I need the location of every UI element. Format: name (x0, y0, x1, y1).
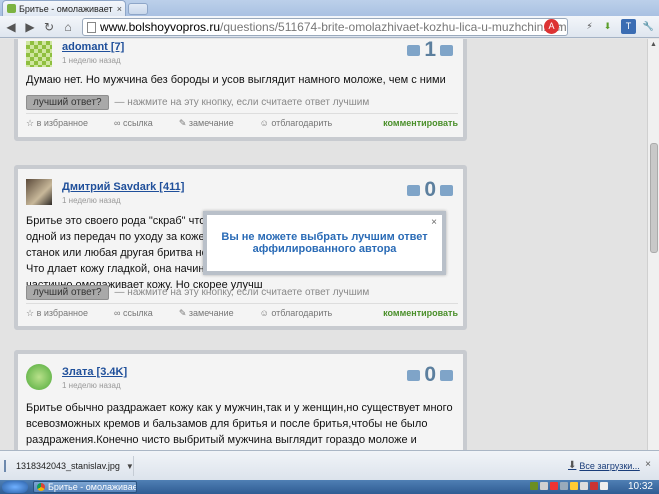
reload-icon[interactable]: ↻ (41, 19, 57, 35)
adblock-icon[interactable]: A (544, 19, 559, 34)
download-shelf: 1318342043_stanislav.jpg ▼ ⬇ Все загрузк… (0, 450, 659, 480)
tray-icon[interactable] (560, 482, 568, 490)
page-icon (87, 21, 96, 33)
home-icon[interactable]: ⌂ (60, 19, 76, 35)
permalink-link[interactable]: ∞ ссылка (114, 118, 166, 129)
vote-up-icon[interactable] (440, 44, 453, 56)
clock[interactable]: 10:32 (628, 481, 653, 492)
comment-link[interactable]: комментировать (383, 308, 458, 319)
url-path: /questions/511674-brite-omolazhivaet-koz… (220, 20, 567, 34)
tray-icon[interactable] (590, 482, 598, 490)
forward-icon[interactable]: ▶ (22, 19, 38, 35)
answer-time: 1 неделю назад (62, 56, 121, 65)
author-link[interactable]: Злата [3.4K] (62, 366, 127, 378)
volume-icon[interactable] (600, 482, 608, 490)
download-arrow-icon: ⬇ (568, 460, 577, 471)
tab-strip: Бритье - омолаживает кож × (0, 0, 659, 16)
answer-card: Злата [3.4K] 1 неделю назад 0 Бритье обы… (14, 350, 467, 450)
page-viewport: adomant [7] 1 неделю назад 1 Думаю нет. … (0, 39, 647, 450)
image-file-icon (4, 460, 6, 472)
tray-icon[interactable] (570, 482, 578, 490)
download-filename: 1318342043_stanislav.jpg (16, 461, 120, 471)
best-answer-row: лучший ответ? — нажмите на эту кнопку, е… (26, 285, 369, 300)
tray-icon[interactable] (550, 482, 558, 490)
avatar[interactable] (26, 364, 52, 390)
divider (26, 303, 458, 304)
answer-time: 1 неделю назад (62, 196, 121, 205)
download-arrow-icon[interactable]: ⬇ (600, 19, 615, 34)
tray-icon[interactable] (530, 482, 538, 490)
avatar[interactable] (26, 41, 52, 67)
favorite-link[interactable]: ☆ в избранное (26, 118, 101, 129)
browser-toolbar: ◀ ▶ ↻ ⌂ www.bolshoyvopros.ru /questions/… (0, 16, 659, 38)
vote-count: 0 (424, 363, 436, 386)
close-icon[interactable]: × (431, 217, 437, 228)
best-answer-button[interactable]: лучший ответ? (26, 95, 109, 110)
divider (26, 113, 458, 114)
dialog-message: Вы не можете выбрать лучшим ответ аффили… (221, 231, 428, 255)
lightning-icon[interactable]: ⚡ (582, 19, 597, 34)
wrench-icon[interactable]: 🔧 (641, 19, 656, 34)
scrollbar-thumb[interactable] (650, 143, 658, 253)
url-host: www.bolshoyvopros.ru (99, 20, 221, 34)
answer-card: adomant [7] 1 неделю назад 1 Думаю нет. … (14, 39, 467, 141)
answer-time: 1 неделю назад (62, 381, 121, 390)
new-tab-button[interactable] (128, 3, 148, 15)
vote-up-icon[interactable] (440, 369, 453, 381)
best-answer-hint: — нажмите на эту кнопку, если считаете о… (114, 287, 370, 298)
tray-icon[interactable] (540, 482, 548, 490)
taskbar: Бритье - омолаживает... 10:32 (0, 480, 659, 494)
answer-text: Бритье обычно раздражает кожу как у мужч… (26, 402, 453, 446)
vote-box: 0 (407, 179, 453, 201)
translate-icon[interactable]: T (621, 19, 636, 34)
best-answer-button[interactable]: лучший ответ? (26, 285, 109, 300)
best-answer-row: лучший ответ? — нажмите на эту кнопку, е… (26, 95, 369, 110)
download-item[interactable]: 1318342043_stanislav.jpg ▼ (4, 456, 134, 476)
vote-box: 1 (407, 39, 453, 61)
answer-actions: ☆ в избранное ∞ ссылка ✎ замечание ☺ отб… (26, 308, 458, 319)
site-favicon-icon (7, 4, 16, 13)
permalink-link[interactable]: ∞ ссылка (114, 308, 166, 319)
vote-box: 0 (407, 364, 453, 386)
chrome-icon (37, 483, 45, 491)
vote-down-icon[interactable] (407, 184, 421, 196)
vertical-scrollbar[interactable]: ▲ (647, 39, 659, 450)
taskbar-item[interactable]: Бритье - омолаживает... (33, 481, 137, 493)
start-button[interactable] (2, 481, 28, 493)
answer-actions: ☆ в избранное ∞ ссылка ✎ замечание ☺ отб… (26, 118, 458, 129)
vote-count: 0 (424, 178, 436, 201)
comment-link[interactable]: комментировать (383, 118, 458, 129)
tab-close-icon[interactable]: × (114, 4, 125, 14)
tab-title: Бритье - омолаживает кож (19, 3, 114, 14)
vote-up-icon[interactable] (440, 184, 453, 196)
thank-link[interactable]: ☺ отблагодарить (260, 308, 346, 319)
best-answer-hint: — нажмите на эту кнопку, если считаете о… (114, 97, 370, 108)
browser-tab[interactable]: Бритье - омолаживает кож × (2, 0, 126, 16)
remark-link[interactable]: ✎ замечание (179, 118, 247, 129)
back-icon[interactable]: ◀ (3, 19, 19, 35)
favorite-link[interactable]: ☆ в избранное (26, 308, 101, 319)
vote-count: 1 (424, 39, 436, 61)
system-tray (530, 482, 610, 490)
thank-link[interactable]: ☺ отблагодарить (260, 118, 346, 129)
all-downloads-link[interactable]: ⬇ Все загрузки... (568, 460, 640, 471)
vote-down-icon[interactable] (407, 369, 421, 381)
tray-icon[interactable] (580, 482, 588, 490)
remark-link[interactable]: ✎ замечание (179, 308, 247, 319)
author-link[interactable]: Дмитрий Savdark [411] (62, 181, 184, 193)
author-link[interactable]: adomant [7] (62, 41, 124, 53)
notice-dialog: × Вы не можете выбрать лучшим ответ аффи… (203, 211, 446, 275)
close-icon[interactable]: × (645, 459, 651, 470)
scroll-up-icon[interactable]: ▲ (650, 41, 657, 48)
avatar[interactable] (26, 179, 52, 205)
vote-down-icon[interactable] (407, 44, 421, 56)
answer-text: Думаю нет. Но мужчина без бороды и усов … (26, 74, 446, 86)
chevron-down-icon[interactable]: ▼ (126, 462, 134, 471)
address-bar[interactable]: www.bolshoyvopros.ru /questions/511674-b… (82, 18, 568, 36)
